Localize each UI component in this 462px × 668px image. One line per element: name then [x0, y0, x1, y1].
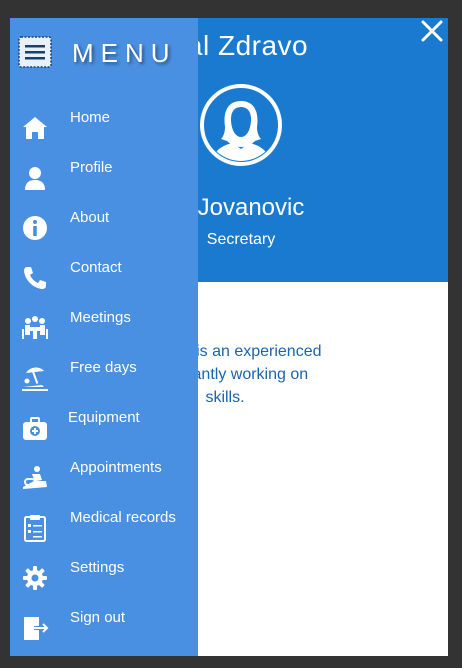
- menu-item-contact[interactable]: Contact: [10, 252, 198, 302]
- menu-header: MENU: [10, 18, 198, 88]
- info-icon: [20, 213, 50, 243]
- menu-item-about[interactable]: About: [10, 202, 198, 252]
- menu-item-appointments[interactable]: Appointments: [10, 452, 198, 502]
- menu-item-home[interactable]: Home: [10, 102, 198, 152]
- beach-icon: [20, 363, 50, 393]
- menu-title: MENU: [72, 38, 177, 68]
- menu-item-free-days[interactable]: Free days: [10, 352, 198, 402]
- menu-item-meetings[interactable]: Meetings: [10, 302, 198, 352]
- menu-item-equipment[interactable]: Equipment: [10, 402, 198, 452]
- hamburger-icon[interactable]: [18, 36, 52, 68]
- menu-item-label: Meetings: [70, 309, 131, 326]
- sign-out-icon: [20, 613, 50, 643]
- appointment-icon: [20, 463, 50, 493]
- clipboard-icon: [20, 513, 50, 543]
- menu-item-label: Home: [70, 109, 111, 126]
- home-icon: [20, 113, 50, 143]
- menu-item-label: Contact: [70, 259, 122, 276]
- menu-item-label: Medical records: [70, 509, 176, 526]
- menu-item-label: Sign out: [70, 609, 126, 626]
- close-icon[interactable]: [416, 15, 448, 47]
- menu-item-label: About: [70, 209, 110, 226]
- menu-item-label: Appointments: [70, 459, 162, 476]
- menu-item-label: Free days: [70, 359, 137, 376]
- medical-kit-icon: [20, 413, 50, 443]
- menu-item-sign-out[interactable]: Sign out: [10, 602, 198, 652]
- user-icon: [20, 163, 50, 193]
- menu-item-profile[interactable]: Profile: [10, 152, 198, 202]
- menu-item-label: Profile: [70, 159, 113, 176]
- gear-icon: [20, 563, 50, 593]
- menu-item-settings[interactable]: Settings: [10, 552, 198, 602]
- phone-icon: [20, 263, 50, 293]
- side-menu: MENU Home Profile About Contact Meetings…: [10, 18, 198, 656]
- menu-item-label: Equipment: [68, 409, 140, 426]
- person-avatar-icon: [199, 83, 283, 167]
- menu-item-medical-records[interactable]: Medical records: [10, 502, 198, 552]
- menu-item-label: Settings: [70, 559, 125, 576]
- meeting-icon: [20, 313, 50, 343]
